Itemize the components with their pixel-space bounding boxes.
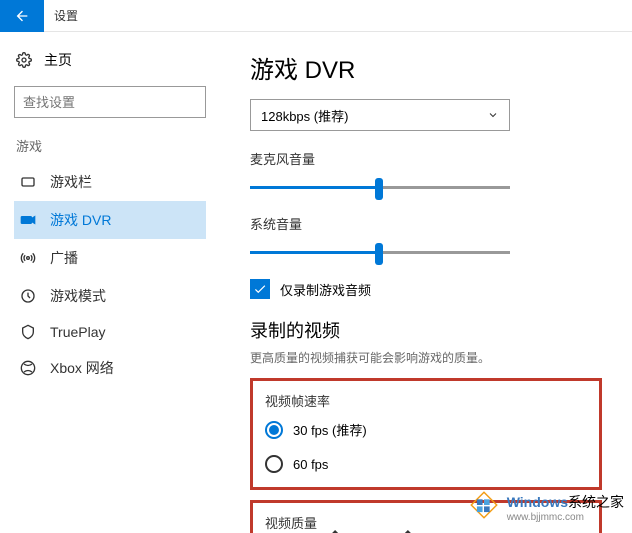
sidebar-item-broadcast[interactable]: 广播 bbox=[14, 239, 206, 277]
search-field[interactable] bbox=[15, 95, 207, 110]
home-link[interactable]: 主页 bbox=[14, 46, 206, 74]
watermark-text: Windows系统之家 bbox=[507, 492, 624, 512]
sidebar-item-label: 广播 bbox=[50, 248, 78, 268]
chevron-down-icon bbox=[487, 109, 499, 121]
sidebar-item-label: 游戏 DVR bbox=[50, 210, 111, 230]
gear-icon bbox=[16, 52, 32, 68]
chevron-down-icon bbox=[289, 473, 454, 533]
video-section-desc: 更高质量的视频捕获可能会影响游戏的质量。 bbox=[250, 349, 602, 366]
search-input[interactable] bbox=[14, 86, 206, 118]
fps-radio-60[interactable]: 60 fps bbox=[265, 455, 587, 473]
sys-volume-slider[interactable] bbox=[250, 241, 510, 265]
arrow-left-icon bbox=[14, 8, 30, 24]
video-section-title: 录制的视频 bbox=[250, 317, 602, 343]
slider-thumb[interactable] bbox=[375, 178, 383, 200]
radio-selected-icon bbox=[265, 421, 283, 439]
sidebar-item-trueplay[interactable]: TruePlay bbox=[14, 315, 206, 349]
fps-radio-30[interactable]: 30 fps (推荐) bbox=[265, 420, 587, 439]
sidebar-item-gamemode[interactable]: 游戏模式 bbox=[14, 277, 206, 315]
sidebar-item-label: TruePlay bbox=[50, 324, 106, 340]
sys-volume-label: 系统音量 bbox=[250, 214, 602, 233]
trueplay-icon bbox=[20, 324, 36, 340]
windows-logo-icon bbox=[467, 488, 501, 527]
record-only-checkbox[interactable]: 仅录制游戏音频 bbox=[250, 279, 602, 299]
category-header: 游戏 bbox=[14, 136, 206, 155]
sidebar-item-dvr[interactable]: 游戏 DVR bbox=[14, 201, 206, 239]
sidebar: 主页 游戏 游戏栏 游戏 DVR 广播 游戏模式 TruePlay bbox=[0, 32, 220, 533]
fps-label: 视频帧速率 bbox=[265, 391, 587, 410]
back-button[interactable] bbox=[0, 0, 44, 32]
sidebar-item-gamebar[interactable]: 游戏栏 bbox=[14, 163, 206, 201]
watermark-url: www.bjjmmc.com bbox=[507, 512, 624, 523]
mic-volume-label: 麦克风音量 bbox=[250, 149, 602, 168]
radio-icon bbox=[265, 455, 283, 473]
slider-thumb[interactable] bbox=[375, 243, 383, 265]
checkbox-label: 仅录制游戏音频 bbox=[280, 280, 371, 299]
window-title: 设置 bbox=[54, 7, 78, 24]
bitrate-value: 128kbps (推荐) bbox=[261, 106, 348, 125]
xbox-icon bbox=[20, 360, 36, 376]
sidebar-item-xbox[interactable]: Xbox 网络 bbox=[14, 349, 206, 387]
checkbox-checked-icon bbox=[250, 279, 270, 299]
page-title: 游戏 DVR bbox=[250, 50, 602, 85]
radio-label: 30 fps (推荐) bbox=[293, 420, 367, 439]
gamemode-icon bbox=[20, 288, 36, 304]
mic-volume-slider[interactable] bbox=[250, 176, 510, 200]
gamebar-icon bbox=[20, 174, 36, 190]
sidebar-item-label: 游戏栏 bbox=[50, 172, 92, 192]
radio-label: 60 fps bbox=[293, 457, 328, 472]
main-content: 游戏 DVR 128kbps (推荐) 麦克风音量 系统音量 仅录制游戏音频 bbox=[220, 32, 632, 533]
sidebar-item-label: Xbox 网络 bbox=[50, 358, 114, 378]
dvr-icon bbox=[20, 212, 36, 228]
bitrate-dropdown[interactable]: 128kbps (推荐) bbox=[250, 99, 510, 131]
sidebar-item-label: 游戏模式 bbox=[50, 286, 106, 306]
home-label: 主页 bbox=[44, 50, 72, 70]
watermark: Windows系统之家 www.bjjmmc.com bbox=[467, 488, 624, 527]
broadcast-icon bbox=[20, 250, 36, 266]
